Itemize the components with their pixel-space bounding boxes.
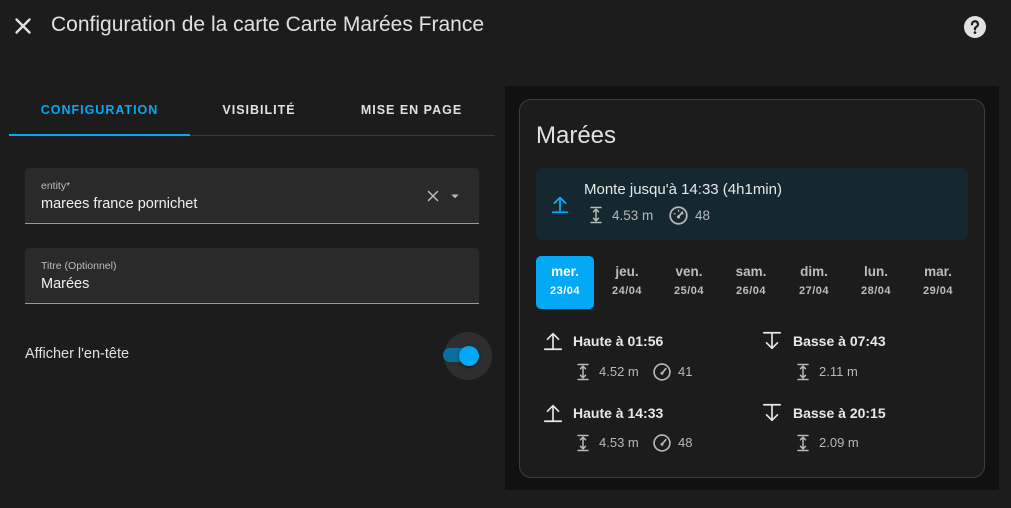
day-name: dim.	[800, 264, 828, 279]
help-icon[interactable]	[963, 15, 987, 39]
arrow-down-icon	[762, 331, 782, 350]
editor-tabs: CONFIGURATION VISIBILITÉ MISE EN PAGE	[9, 88, 495, 136]
gauge-icon	[653, 363, 671, 381]
current-tide-box	[536, 168, 968, 240]
height-icon	[577, 363, 589, 381]
current-coefficient: 48	[695, 208, 711, 223]
close-icon[interactable]	[10, 13, 36, 39]
day-tab-mon[interactable]: lun. 28/04	[847, 256, 905, 309]
switch-thumb[interactable]	[459, 346, 479, 366]
day-tab-sat[interactable]: sam. 26/04	[722, 256, 780, 309]
current-tide-text: Monte jusqu'à 14:33 (4h1min)	[584, 181, 782, 198]
show-header-label: Afficher l'en-tête	[25, 346, 130, 362]
day-tab-sun[interactable]: dim. 27/04	[785, 256, 843, 309]
tide-coefficient: 48	[678, 435, 693, 450]
arrow-up-icon	[543, 404, 563, 423]
title-label: Titre (Optionnel)	[41, 260, 117, 272]
day-name: ven.	[675, 264, 703, 279]
dialog-title: Configuration de la carte Carte Marées F…	[51, 13, 485, 36]
chevron-down-icon[interactable]	[446, 187, 464, 205]
tide-title: Haute à 14:33	[573, 405, 664, 421]
dialog-header: Configuration de la carte Carte Marées F…	[0, 0, 1011, 56]
height-icon	[797, 434, 809, 452]
gauge-icon	[669, 206, 688, 225]
day-tab-thu[interactable]: jeu. 24/04	[598, 256, 656, 309]
card-title: Marées	[536, 122, 617, 149]
day-tab-tue[interactable]: mar. 29/04	[909, 256, 967, 309]
gauge-icon	[653, 434, 671, 452]
entity-select[interactable]: entity* marees france pornichet	[25, 168, 479, 224]
day-date: 28/04	[860, 285, 892, 297]
day-name: mer.	[551, 264, 579, 279]
tab-visibility[interactable]: VISIBILITÉ	[190, 88, 328, 134]
arrow-up-icon	[543, 332, 563, 351]
title-value: Marées	[41, 276, 90, 292]
current-height: 4.53 m	[612, 208, 654, 223]
clear-icon[interactable]	[424, 187, 442, 205]
day-date: 27/04	[798, 285, 830, 297]
day-date: 25/04	[673, 285, 705, 297]
tide-title: Basse à 20:15	[793, 405, 886, 421]
tab-configuration[interactable]: CONFIGURATION	[9, 88, 190, 136]
entity-label: entity*	[41, 180, 71, 192]
day-date: 29/04	[922, 285, 954, 297]
tab-layout[interactable]: MISE EN PAGE	[328, 88, 495, 134]
tide-height: 4.52 m	[599, 364, 639, 379]
day-tab-fri[interactable]: ven. 25/04	[660, 256, 718, 309]
day-name: lun.	[864, 264, 888, 279]
title-input[interactable]: Titre (Optionnel) Marées	[25, 248, 479, 304]
arrow-down-icon	[762, 403, 782, 422]
day-name: mar.	[924, 264, 952, 279]
tide-title: Basse à 07:43	[793, 333, 886, 349]
tide-height: 2.09 m	[819, 435, 859, 450]
day-tab-wed[interactable]: mer. 23/04	[536, 256, 594, 309]
height-icon	[577, 434, 589, 452]
height-icon	[797, 363, 809, 381]
tide-height: 4.53 m	[599, 435, 639, 450]
arrow-up-icon	[551, 196, 569, 214]
day-name: jeu.	[615, 264, 639, 279]
day-date: 26/04	[735, 285, 767, 297]
day-date: 24/04	[611, 285, 643, 297]
tide-coefficient: 41	[678, 364, 693, 379]
day-date: 23/04	[549, 285, 581, 297]
day-name: sam.	[735, 264, 767, 279]
tide-height: 2.11 m	[819, 364, 858, 379]
tide-title: Haute à 01:56	[573, 333, 664, 349]
height-icon	[590, 206, 602, 224]
entity-value: marees france pornichet	[41, 196, 198, 212]
